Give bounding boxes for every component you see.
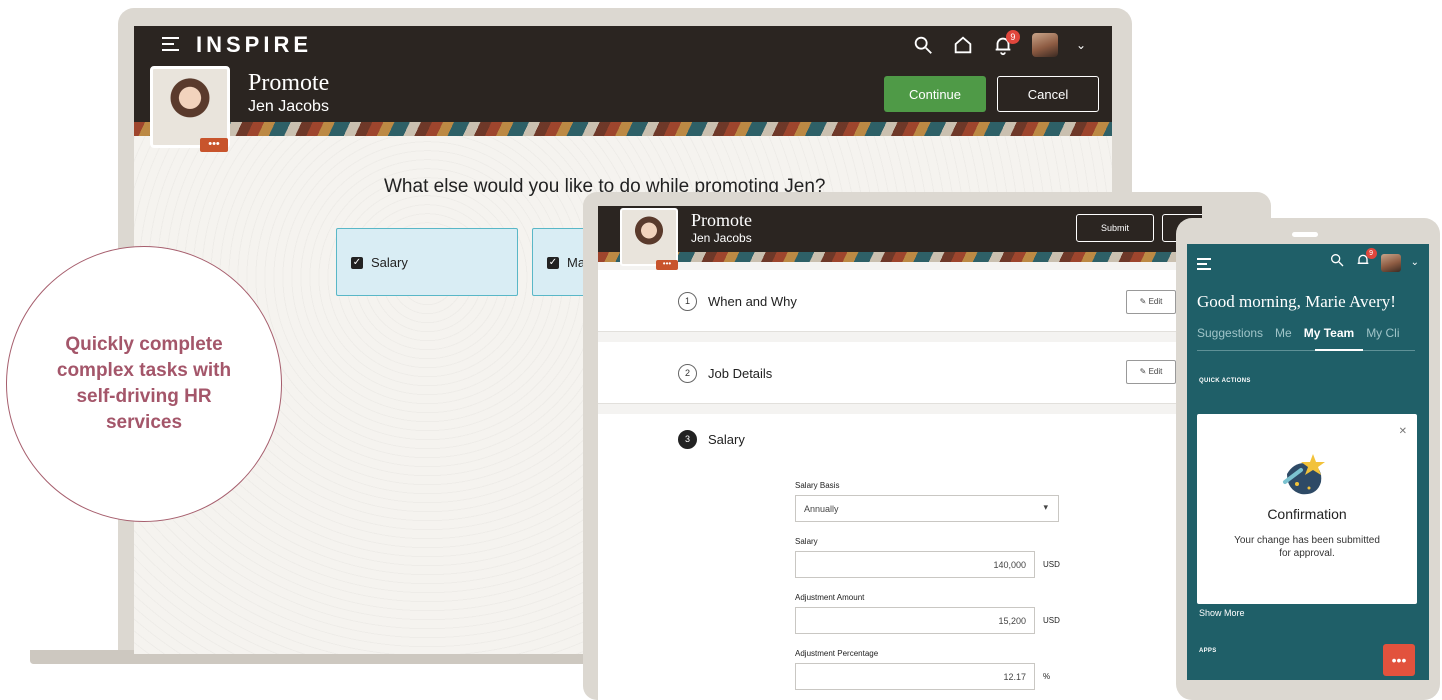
step-job-details[interactable]: 2 Job Details ✎ Edit xyxy=(598,342,1202,404)
person-name: Jen Jacobs xyxy=(248,98,329,115)
pencil-icon: ✎ xyxy=(1139,297,1147,306)
checkbox-icon[interactable]: ✓ xyxy=(547,257,559,269)
tablet-screen: Promote Jen Jacobs Submit ••• 1 When and… xyxy=(598,206,1202,700)
page-title: Promote xyxy=(691,210,752,230)
page-header: Promote Jen Jacobs Continue Cancel xyxy=(134,62,1112,136)
option-salary[interactable]: ✓ Salary xyxy=(336,228,518,296)
shooting-star-icon xyxy=(1283,454,1325,495)
salary-input[interactable]: 140,000 xyxy=(795,551,1035,578)
brand-logo[interactable]: INSPIRE xyxy=(196,32,312,58)
cancel-button[interactable]: Cancel xyxy=(997,76,1099,112)
menu-icon[interactable] xyxy=(1197,258,1211,273)
avatar-more-button[interactable]: ••• xyxy=(200,138,228,152)
phone-speaker xyxy=(1292,232,1318,237)
callout-text: Quickly complete complex tasks with self… xyxy=(56,334,232,433)
person-name: Jen Jacobs xyxy=(691,231,752,245)
adjustment-percentage-input[interactable]: 12.17 xyxy=(795,663,1035,690)
bell-icon[interactable]: 9 xyxy=(1355,248,1377,273)
callout-circle: Quickly complete complex tasks with self… xyxy=(6,246,282,522)
salary-basis-label: Salary Basis xyxy=(795,481,840,490)
checkbox-icon[interactable]: ✓ xyxy=(351,257,363,269)
submit-button[interactable]: Submit xyxy=(1076,214,1154,242)
edit-button[interactable]: ✎ Edit xyxy=(1126,360,1176,384)
phone-header: 9 ⌄ xyxy=(1187,244,1429,282)
adjustment-amount-label: Adjustment Amount xyxy=(795,593,865,602)
notification-badge: 9 xyxy=(1005,30,1020,44)
user-avatar[interactable] xyxy=(1031,33,1058,57)
notification-badge: 9 xyxy=(1365,248,1377,259)
adjustment-percentage-label: Adjustment Percentage xyxy=(795,649,879,658)
avatar[interactable] xyxy=(150,66,230,148)
adjustment-amount-value: 15,200 xyxy=(998,616,1026,626)
confirmation-dialog: ✕ Confirmation Your change has been subm… xyxy=(1197,414,1417,604)
decorative-pattern xyxy=(134,122,1112,136)
quick-actions-heading: QUICK ACTIONS xyxy=(1199,378,1251,384)
chevron-down-icon[interactable]: ⌄ xyxy=(1076,38,1086,52)
tab-my-clients[interactable]: My Cli xyxy=(1366,326,1399,340)
salary-unit: USD xyxy=(1043,560,1060,569)
decorative-pattern xyxy=(598,252,1202,262)
step-when-and-why[interactable]: 1 When and Why ✎ Edit xyxy=(598,270,1202,332)
phone-screen: 9 ⌄ Good morning, Marie Avery! Suggestio… xyxy=(1187,244,1429,680)
step-number: 3 xyxy=(678,430,697,449)
close-icon[interactable]: ✕ xyxy=(1399,426,1407,437)
page-header: Promote Jen Jacobs Submit xyxy=(598,206,1202,262)
adjustment-percentage-value: 12.17 xyxy=(1003,672,1026,682)
page-title: Promote xyxy=(248,70,330,96)
option-label: Salary xyxy=(371,255,408,270)
apps-heading: APPS xyxy=(1199,648,1217,654)
chat-icon[interactable]: ••• xyxy=(1383,644,1415,676)
adjustment-percentage-unit: % xyxy=(1043,672,1051,681)
salary-value: 140,000 xyxy=(993,560,1026,570)
tab-bar: Suggestions Me My Team My Cli xyxy=(1197,326,1400,340)
step-label: Salary xyxy=(708,432,745,447)
dialog-message: Your change has been submitted for appro… xyxy=(1234,535,1380,559)
tab-suggestions[interactable]: Suggestions xyxy=(1197,326,1263,340)
step-label: Job Details xyxy=(708,366,773,381)
home-icon[interactable] xyxy=(952,34,974,56)
step-number: 2 xyxy=(678,364,697,383)
edit-label: Edit xyxy=(1148,297,1163,306)
step-label: When and Why xyxy=(708,294,797,309)
chevron-down-icon[interactable]: ⌄ xyxy=(1411,257,1419,268)
edit-button[interactable]: ✎ Edit xyxy=(1126,290,1176,314)
salary-basis-value: Annually xyxy=(804,504,839,514)
greeting: Good morning, Marie Avery! xyxy=(1197,292,1396,311)
tab-divider xyxy=(1197,350,1415,351)
user-avatar[interactable] xyxy=(1380,253,1401,272)
show-more-link[interactable]: Show More xyxy=(1199,608,1245,618)
salary-label: Salary xyxy=(795,537,818,546)
header-actions: 9 ⌄ xyxy=(912,30,1086,58)
dialog-title: Confirmation xyxy=(1267,506,1347,522)
adjustment-amount-input[interactable]: 15,200 xyxy=(795,607,1035,634)
global-header: INSPIRE 9 ⌄ xyxy=(134,26,1112,62)
edit-label: Edit xyxy=(1148,367,1163,376)
pencil-icon: ✎ xyxy=(1139,367,1147,376)
header-actions: 9 ⌄ xyxy=(1329,248,1419,273)
dropdown-arrow-icon: ▾ xyxy=(1043,502,1048,512)
salary-basis-select[interactable]: Annually ▾ xyxy=(795,495,1059,522)
step-salary: 3 Salary Salary Basis Annually ▾ Salary … xyxy=(598,414,1202,700)
avatar[interactable] xyxy=(620,208,678,266)
search-icon[interactable] xyxy=(912,34,934,56)
step-number: 1 xyxy=(678,292,697,311)
bell-icon[interactable]: 9 xyxy=(992,30,1020,56)
tab-me[interactable]: Me xyxy=(1275,326,1292,340)
search-icon[interactable] xyxy=(1329,252,1345,273)
tab-my-team[interactable]: My Team xyxy=(1304,326,1354,340)
continue-button[interactable]: Continue xyxy=(884,76,986,112)
adjustment-amount-unit: USD xyxy=(1043,616,1060,625)
avatar-more-button[interactable]: ••• xyxy=(656,260,678,270)
active-tab-indicator xyxy=(1315,349,1363,351)
menu-icon[interactable] xyxy=(162,37,179,51)
